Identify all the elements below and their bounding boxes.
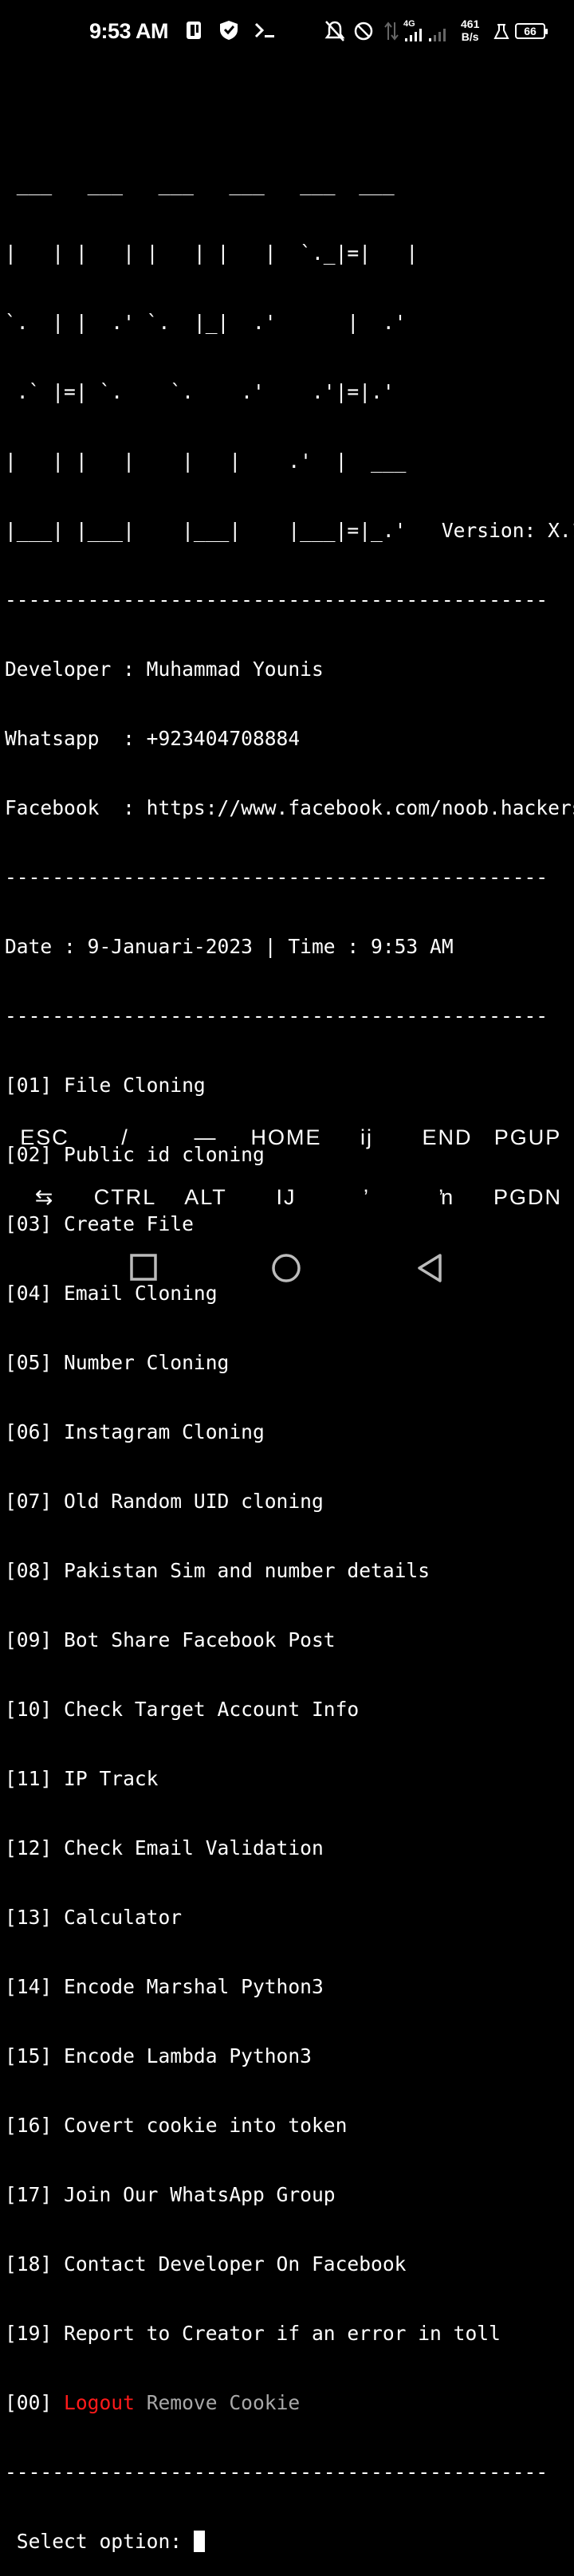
navigation-bar (0, 1243, 574, 1299)
menu-item: [11] IP Track (5, 1767, 159, 1790)
key-apostrophe[interactable]: ’ (327, 1185, 407, 1210)
banner-line: `. | | .' `. |_| .' | .' (5, 311, 407, 334)
version-label: Version: X.1 (441, 519, 574, 542)
key-slash[interactable]: / (85, 1125, 165, 1150)
speed-unit: B/s (461, 30, 479, 43)
banner-line: |___| |___| |___| |___|=|_.' Version: X.… (5, 519, 574, 542)
menu-item: [03] Create File (5, 1212, 194, 1235)
key-end[interactable]: END (407, 1125, 487, 1150)
banner-line: | | | | | | .' | ___ (5, 450, 407, 473)
menu-item: [01] File Cloning (5, 1074, 206, 1097)
prompt-label: Select option: (5, 2530, 194, 2553)
shield-icon (218, 19, 239, 45)
menu-item: [17] Join Our WhatsApp Group (5, 2183, 336, 2206)
developer-info: Developer : Muhammad Younis (5, 658, 324, 681)
key-alt[interactable]: ALT (166, 1185, 246, 1210)
key-ij-upper[interactable]: IJ (246, 1185, 326, 1210)
recents-button[interactable] (129, 1253, 158, 1285)
menu-item: [18] Contact Developer On Facebook (5, 2252, 407, 2276)
status-bar: 9:53 AM 4G 461 B/s 66 (0, 0, 574, 65)
menu-item: [14] Encode Marshal Python3 (5, 1975, 324, 1998)
lab-icon (493, 22, 510, 45)
banner-line: ___ ___ ___ ___ ___ ___ (5, 172, 395, 195)
block-icon (352, 19, 375, 47)
key-home[interactable]: HOME (246, 1125, 326, 1150)
menu-item: [07] Old Random UID cloning (5, 1490, 324, 1513)
menu-item: [08] Pakistan Sim and number details (5, 1559, 431, 1582)
text-cursor (193, 2531, 205, 2552)
banner-line: .` |=| `. `. .' .'|=|.' (5, 380, 395, 403)
menu-item: [10] Check Target Account Info (5, 1698, 360, 1721)
menu-item: [06] Instagram Cloning (5, 1420, 265, 1443)
paypal-icon (185, 19, 204, 45)
menu-item: [05] Number Cloning (5, 1351, 230, 1374)
facebook-info: Facebook : https://www.facebook.com/noob… (5, 796, 574, 819)
key-tab[interactable]: ⇆ (5, 1185, 85, 1210)
menu-item-logout: [00] Logout Remove Cookie (5, 2391, 571, 2414)
logout-label: Logout (64, 2391, 135, 2414)
banner-line: | | | | | | | | `._|=| | (5, 242, 419, 265)
menu-item: [19] Report to Creator if an error in to… (5, 2322, 501, 2345)
data-arrows-icon (383, 19, 400, 47)
date-time-info: Date : 9-Januari-2023 | Time : 9:53 AM (5, 935, 454, 958)
network-speed: 461 B/s (461, 18, 479, 43)
menu-item: [15] Encode Lambda Python3 (5, 2044, 312, 2067)
input-prompt[interactable]: Select option: (5, 2530, 571, 2553)
terminal-icon (254, 19, 277, 45)
banner-line-text: |___| |___| |___| |___|=|_.' (5, 519, 407, 542)
menu-item: [09] Bot Share Facebook Post (5, 1628, 336, 1651)
separator: ----------------------------------------… (5, 1004, 548, 1027)
separator: ----------------------------------------… (5, 2460, 548, 2484)
menu-item: [16] Covert cookie into token (5, 2114, 348, 2137)
logout-prefix: [00] (5, 2391, 65, 2414)
bell-off-icon (324, 19, 346, 47)
battery-icon: 66 (515, 23, 548, 39)
menu-item: [13] Calculator (5, 1906, 183, 1929)
key-ctrl[interactable]: CTRL (85, 1185, 165, 1210)
key-ij[interactable]: ij (327, 1125, 407, 1150)
separator: ----------------------------------------… (5, 588, 548, 611)
terminal-output[interactable]: ___ ___ ___ ___ ___ ___ | | | | | | | | … (5, 70, 574, 2576)
back-button[interactable] (416, 1253, 443, 1286)
key-esc[interactable]: ESC (5, 1125, 85, 1150)
separator: ----------------------------------------… (5, 866, 548, 889)
remove-cookie-label: Remove Cookie (134, 2391, 301, 2414)
status-time: 9:53 AM (89, 19, 169, 43)
key-dash[interactable]: — (166, 1125, 246, 1150)
key-n-apostrophe[interactable]: ŉ (407, 1185, 487, 1210)
menu-item: [12] Check Email Validation (5, 1836, 324, 1859)
signal-icon (403, 27, 458, 47)
home-button[interactable] (271, 1253, 301, 1286)
whatsapp-info: Whatsapp : +923404708884 (5, 727, 301, 750)
key-pgdn[interactable]: PGDN (488, 1185, 568, 1210)
key-pgup[interactable]: PGUP (488, 1125, 568, 1150)
speed-value: 461 (461, 18, 480, 30)
